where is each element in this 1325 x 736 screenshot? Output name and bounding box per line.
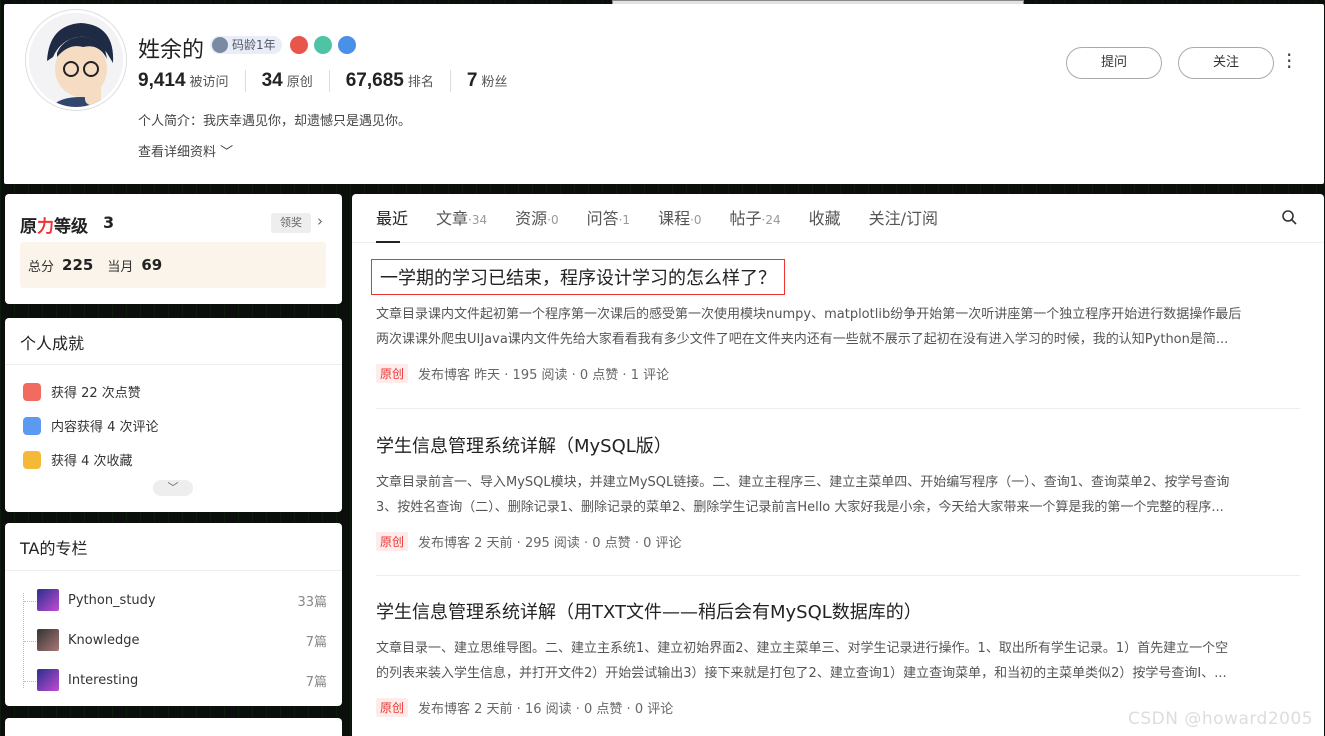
article-desc: 文章目录课内文件起初第一个程序第一次课后的感受第一次使用模块numpy、matp… xyxy=(376,307,1242,347)
profile-card: 姓余的 码龄1年 9,414 被访问 34 原创 67,685 排名 7 粉丝 个人简介… xyxy=(4,4,1324,184)
columns-card: TA的专栏 Python_study 33篇 Knowledge 7篇 Intere… xyxy=(5,523,342,706)
column-thumbnail xyxy=(37,589,59,611)
main-content: 最近 文章·34 资源·0 问答·1 课程·0 帖子·24 收藏 关注/订阅 一… xyxy=(352,194,1324,736)
achievement-comments: 内容获得 4 次评论 xyxy=(23,416,159,435)
article-title[interactable]: 学生信息管理系统详解（用TXT文件——稍后会有MySQL数据库的） xyxy=(376,598,1300,624)
search-icon[interactable] xyxy=(1281,209,1297,225)
stat-original[interactable]: 34 原创 xyxy=(244,70,329,92)
tab-favorites[interactable]: 收藏 xyxy=(809,194,841,243)
tab-following[interactable]: 关注/订阅 xyxy=(869,194,938,243)
claim-award-button[interactable]: 领奖 xyxy=(271,213,311,233)
article-meta: 原创 发布博客 昨天 · 195 阅读 · 0 点赞 · 1 评论 xyxy=(376,364,1300,383)
profile-stats: 9,414 被访问 34 原创 67,685 排名 7 粉丝 xyxy=(138,70,523,92)
next-card xyxy=(5,718,342,736)
tab-courses[interactable]: 课程·0 xyxy=(658,194,701,243)
columns-title: TA的专栏 xyxy=(20,539,88,558)
tab-qa[interactable]: 问答·1 xyxy=(587,194,630,243)
column-item-interesting[interactable]: Interesting 7篇 xyxy=(37,668,327,692)
original-tag: 原创 xyxy=(376,364,409,383)
original-tag: 原创 xyxy=(376,698,409,717)
stat-rank: 67,685 排名 xyxy=(328,70,450,92)
tab-articles[interactable]: 文章·34 xyxy=(436,194,487,243)
achievement-favorites: 获得 4 次收藏 xyxy=(23,450,133,469)
tab-posts[interactable]: 帖子·24 xyxy=(730,194,781,243)
more-options-icon[interactable]: · · · xyxy=(1286,45,1292,77)
avatar[interactable] xyxy=(26,10,126,110)
achievement-likes: 获得 22 次点赞 xyxy=(23,382,141,401)
column-item-python[interactable]: Python_study 33篇 xyxy=(37,588,327,612)
original-tag: 原创 xyxy=(376,532,409,551)
chevron-right-icon[interactable]: › xyxy=(317,212,323,230)
level-score-box: 总分 225 当月 69 xyxy=(20,242,326,288)
column-thumbnail xyxy=(37,669,59,691)
medal-green-icon[interactable] xyxy=(314,36,332,54)
article-meta: 原创 发布博客 2 天前 · 295 阅读 · 0 点赞 · 0 评论 xyxy=(376,532,1300,551)
watermark: CSDN @howard2005 xyxy=(1128,709,1314,729)
column-item-knowledge[interactable]: Knowledge 7篇 xyxy=(37,628,327,652)
article-desc: 文章目录一、建立思维导图。二、建立主系统1、建立初始界面2、建立主菜单三、对学生… xyxy=(376,641,1229,681)
tab-recent[interactable]: 最近 xyxy=(376,194,408,243)
profile-name: 姓余的 xyxy=(138,38,205,63)
level-value: 3 xyxy=(103,213,115,232)
article-item[interactable]: 学生信息管理系统详解（MySQL版） 文章目录前言一、导入MySQL模块，并建立… xyxy=(376,432,1300,551)
ask-button[interactable]: 提问 xyxy=(1066,47,1162,79)
follow-button[interactable]: 关注 xyxy=(1178,47,1274,79)
tab-resources[interactable]: 资源·0 xyxy=(515,194,558,243)
level-card: 原力等级 3 领奖 › 总分 225 当月 69 xyxy=(5,194,342,304)
chevron-down-icon: ﹀ xyxy=(216,145,234,160)
article-title[interactable]: 学生信息管理系统详解（MySQL版） xyxy=(376,432,1300,458)
tab-bar: 最近 文章·34 资源·0 问答·1 课程·0 帖子·24 收藏 关注/订阅 xyxy=(352,194,1324,243)
column-thumbnail xyxy=(37,629,59,651)
article-desc: 文章目录前言一、导入MySQL模块，并建立MySQL链接。二、建立主程序三、建立… xyxy=(376,475,1230,515)
article-item[interactable]: 学生信息管理系统详解（用TXT文件——稍后会有MySQL数据库的） 文章目录一、… xyxy=(376,598,1300,717)
code-age-badge: 码龄1年 xyxy=(210,36,282,54)
profile-intro: 个人简介：我庆幸遇见你，却遗憾只是遇见你。 xyxy=(138,114,412,129)
article-item[interactable]: 一学期的学习已结束，程序设计学习的怎么样了？ 文章目录课内文件起初第一个程序第一… xyxy=(371,259,1300,383)
achievements-card: 个人成就 获得 22 次点赞 内容获得 4 次评论 获得 4 次收藏 ﹀ xyxy=(5,318,342,512)
stat-fans[interactable]: 7 粉丝 xyxy=(449,70,524,92)
tree-lines xyxy=(23,593,38,688)
view-details-link[interactable]: 查看详细资料 ﹀ xyxy=(138,141,233,160)
article-title[interactable]: 一学期的学习已结束，程序设计学习的怎么样了？ xyxy=(371,259,785,295)
stat-views: 9,414 被访问 xyxy=(138,70,229,91)
comment-badge-icon xyxy=(23,416,41,435)
like-badge-icon xyxy=(23,382,41,401)
code-age-label: 码龄1年 xyxy=(232,38,276,52)
achievements-title: 个人成就 xyxy=(20,334,85,353)
favorite-badge-icon xyxy=(23,450,41,469)
level-title: 原力等级 xyxy=(20,217,88,237)
medal-red-icon[interactable] xyxy=(290,36,308,54)
expand-chevron-icon[interactable]: ﹀ xyxy=(153,480,193,496)
code-age-icon xyxy=(212,37,228,53)
medal-blue-icon[interactable] xyxy=(338,36,356,54)
